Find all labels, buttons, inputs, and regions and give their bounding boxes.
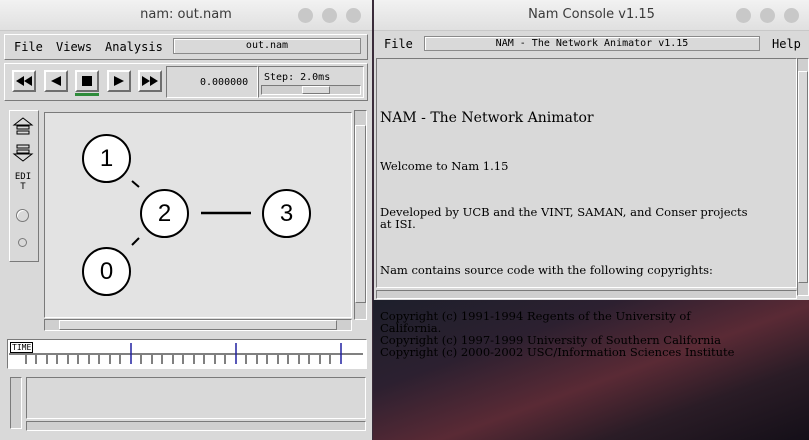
console-copyrights: Copyright (c) 1991-1994 Regents of the U… [380,309,735,359]
console-menu-help[interactable]: Help [772,37,801,51]
console-developed: Developed by UCB and the VINT, SAMAN, an… [380,205,748,231]
annotation-pane [26,377,366,419]
annotation-hscrollbar[interactable] [26,421,366,431]
annotation-pane-scrollbar[interactable] [10,377,22,429]
console-minimize-button[interactable] [736,8,751,23]
console-header-field: NAM - The Network Animator v1.15 [424,36,760,51]
console-close-button[interactable] [784,8,799,23]
console-maximize-button[interactable] [760,8,775,23]
nam-window: nam: out.nam File Views Analysis out.nam… [0,0,372,440]
console-copyright-intro: Nam contains source code with the follow… [380,263,713,277]
console-titlebar[interactable]: Nam Console v1.15 [374,0,809,31]
console-welcome: Welcome to Nam 1.15 [380,159,509,173]
timeline-ticks [9,343,363,364]
console-vertical-scrollbar[interactable] [797,58,809,296]
console-menu-file[interactable]: File [384,37,413,51]
console-heading: NAM - The Network Animator [380,110,594,126]
console-menu-bar: File NAM - The Network Animator v1.15 He… [374,32,809,56]
console-output: NAM - The Network Animator Welcome to Na… [380,86,798,370]
console-scroll-thumb[interactable] [798,71,808,283]
